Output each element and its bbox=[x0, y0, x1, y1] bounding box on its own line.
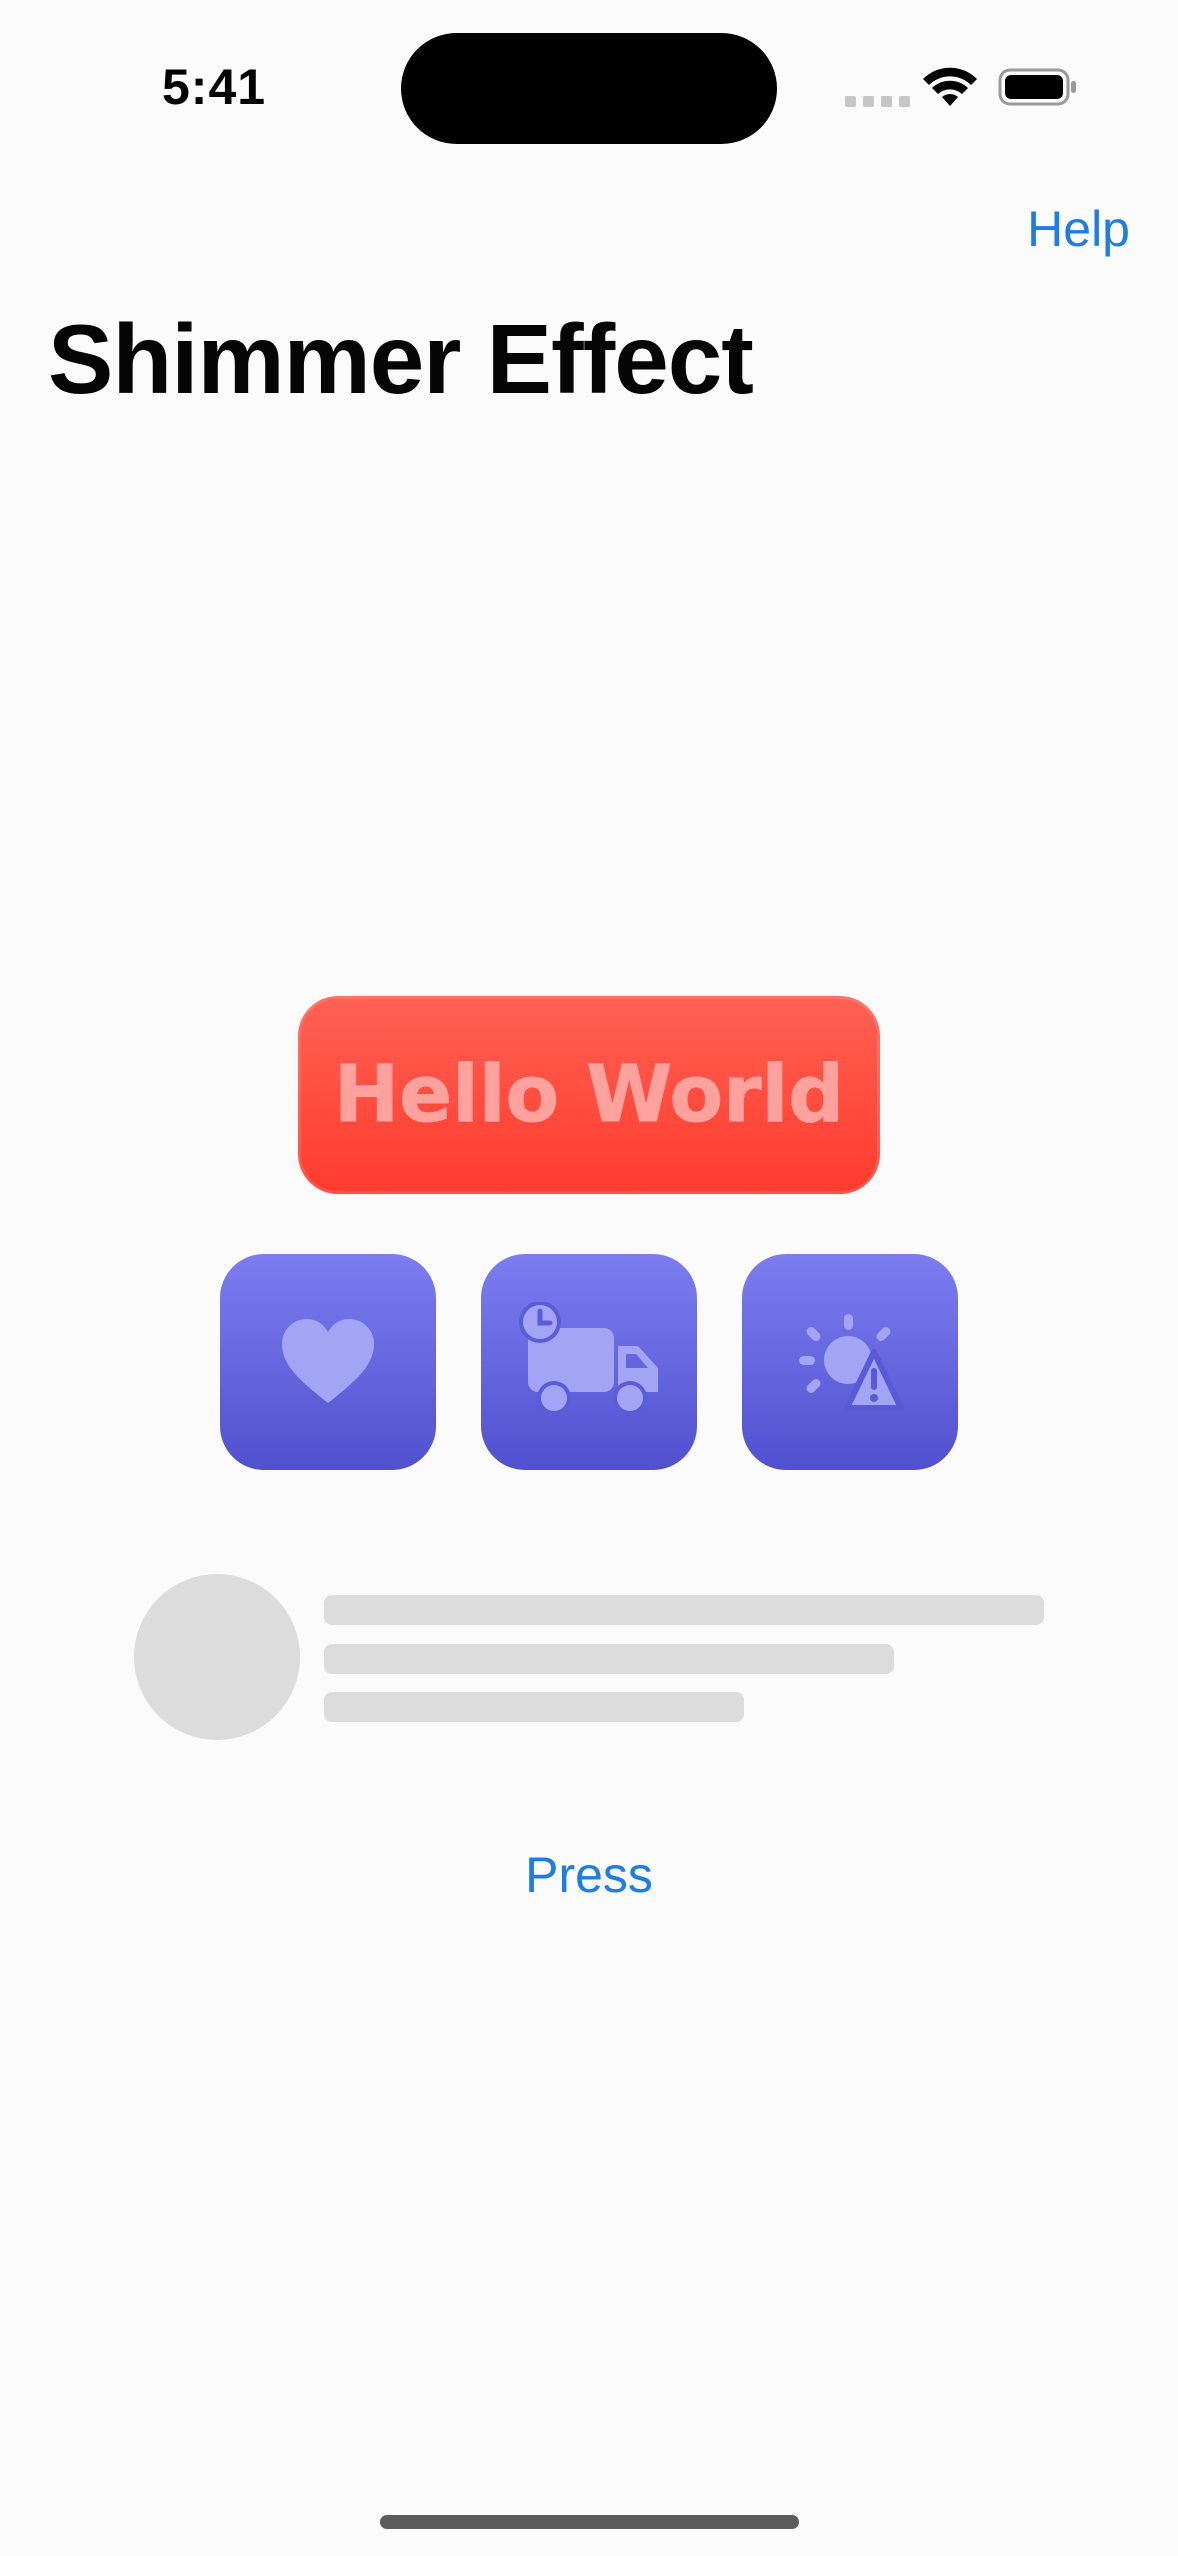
screen: 5:41 Help Shimmer Effect Hello World Pre… bbox=[0, 0, 1178, 2556]
placeholder-avatar bbox=[134, 1574, 300, 1740]
delivery-truck-clock-icon bbox=[519, 1302, 658, 1415]
page-title: Shimmer Effect bbox=[48, 304, 754, 414]
placeholder-line bbox=[324, 1644, 894, 1674]
placeholder-line bbox=[324, 1595, 1044, 1625]
dynamic-island bbox=[401, 33, 777, 144]
battery-icon bbox=[998, 68, 1076, 106]
cellular-signal-icon bbox=[845, 96, 910, 107]
truck-tile bbox=[481, 1254, 697, 1470]
press-button[interactable]: Press bbox=[525, 1847, 653, 1903]
hello-world-button[interactable]: Hello World bbox=[298, 996, 880, 1194]
sun-warning-icon bbox=[799, 1314, 904, 1411]
weather-tile bbox=[742, 1254, 958, 1470]
status-time: 5:41 bbox=[162, 59, 267, 115]
wifi-icon bbox=[923, 67, 977, 106]
home-indicator[interactable] bbox=[380, 2515, 799, 2529]
hello-world-label: Hello World bbox=[333, 1050, 845, 1141]
placeholder-line bbox=[324, 1692, 744, 1722]
help-button[interactable]: Help bbox=[1027, 200, 1130, 258]
press-row: Press bbox=[0, 1846, 1178, 1904]
heart-tile bbox=[220, 1254, 436, 1470]
heart-icon bbox=[282, 1319, 374, 1403]
